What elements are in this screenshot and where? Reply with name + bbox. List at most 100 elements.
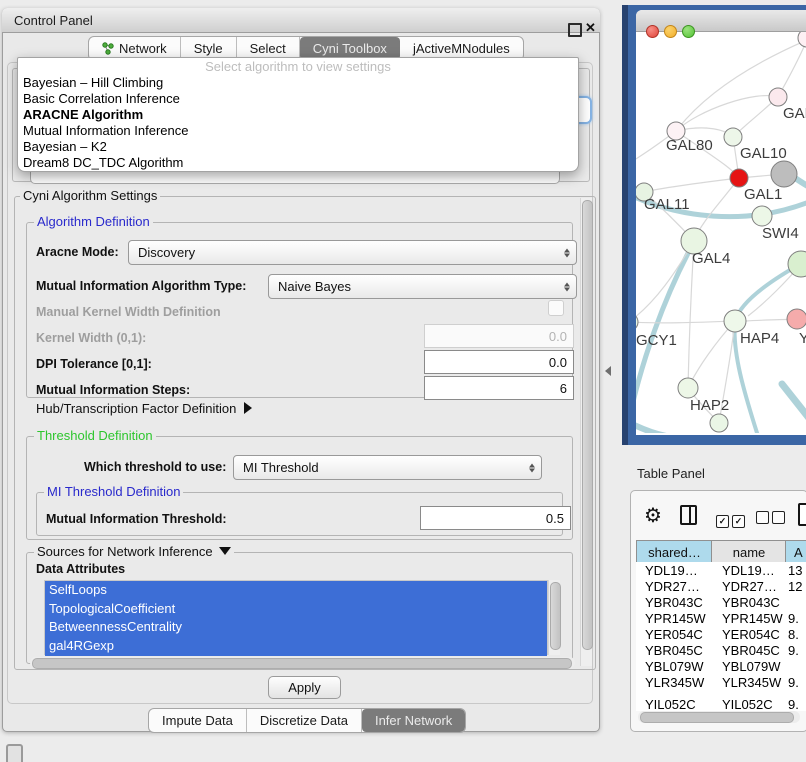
- sources-title[interactable]: Sources for Network Inference: [34, 545, 234, 559]
- select-all-columns-icon[interactable]: ✓✓: [716, 511, 748, 529]
- table-panel-title: Table Panel: [637, 466, 705, 481]
- settings-vscrollbar[interactable]: [580, 198, 592, 666]
- dpi-tolerance-field[interactable]: 0.0: [424, 350, 574, 374]
- combo-stepper-icon: [564, 248, 570, 257]
- algorithm-dropdown-popup: Select algorithm to view settings Bayesi…: [17, 57, 579, 172]
- network-node[interactable]: [798, 32, 806, 47]
- algorithm-option[interactable]: Bayesian – Hill Climbing: [18, 75, 578, 91]
- network-node[interactable]: [710, 414, 728, 432]
- network-node-hap4[interactable]: [724, 310, 746, 332]
- network-node[interactable]: [788, 251, 806, 277]
- network-node[interactable]: [771, 161, 797, 187]
- network-node-gal1[interactable]: [730, 169, 748, 187]
- column-header-name[interactable]: name: [711, 540, 786, 564]
- column-header-shared[interactable]: shared…: [636, 540, 712, 564]
- network-canvas[interactable]: GAL GAL80 GAL10 GAL1 GAL11 SWI4 GAL4 GCY…: [636, 32, 806, 433]
- table-row: YDR27…: [645, 579, 700, 594]
- new-table-icon[interactable]: [798, 503, 806, 526]
- network-node-swi4[interactable]: [752, 206, 772, 226]
- mi-steps-field[interactable]: 6: [424, 376, 574, 400]
- algorithm-option[interactable]: Bayesian – K2: [18, 139, 578, 155]
- splitpane-collapse-icon[interactable]: [605, 366, 611, 376]
- which-threshold-combo[interactable]: MI Threshold: [233, 455, 542, 480]
- threshold-title: Threshold Definition: [34, 429, 156, 443]
- table-row: 13: [788, 563, 802, 578]
- network-node-gal[interactable]: [769, 88, 787, 106]
- table-row: YBL079W: [722, 659, 781, 674]
- network-node[interactable]: [787, 309, 806, 329]
- node-label: GCY1: [636, 332, 677, 349]
- table-row: YER054C: [722, 627, 780, 642]
- table-body: YDL19… YDL19… 13 YDR27… YDR27… 12 YBR043…: [636, 562, 806, 711]
- tab-network-label: Network: [119, 41, 167, 56]
- combo-stepper-icon: [529, 463, 535, 472]
- table-hscrollbar-thumb[interactable]: [640, 712, 794, 723]
- control-panel-titlebar[interactable]: Control Panel ✕: [2, 8, 600, 33]
- node-label: Y: [799, 330, 806, 347]
- list-item[interactable]: gal4RGexp: [45, 637, 547, 656]
- mi-steps-label: Mutual Information Steps:: [36, 383, 190, 397]
- hub-definition-expander[interactable]: Hub/Transcription Factor Definition: [36, 401, 252, 416]
- table-row: YLR345W: [645, 675, 704, 690]
- screenshot-root: Control Panel ✕ Network Style Select Cyn…: [0, 0, 806, 762]
- mi-type-combo[interactable]: Naive Bayes: [268, 274, 577, 299]
- column-header-partial[interactable]: A: [785, 540, 806, 564]
- combo-stepper-icon: [564, 282, 570, 291]
- table-row: YLR345W: [722, 675, 781, 690]
- table-row: YBR045C: [722, 643, 780, 658]
- node-label: GAL11: [644, 196, 690, 213]
- attributes-vscrollbar-thumb[interactable]: [550, 582, 561, 650]
- network-window-frame-edge: [622, 5, 628, 445]
- aracne-mode-combo[interactable]: Discovery: [128, 240, 577, 265]
- algorithm-option[interactable]: Mutual Information Inference: [18, 123, 578, 139]
- list-item[interactable]: BetweennessCentrality: [45, 618, 547, 637]
- network-window-titlebar[interactable]: [636, 10, 806, 32]
- algorithm-option[interactable]: Basic Correlation Inference: [18, 91, 578, 107]
- tab-impute-data[interactable]: Impute Data: [149, 709, 247, 732]
- which-threshold-label: Which threshold to use:: [84, 460, 226, 474]
- cyni-bottom-tabbar: Impute Data Discretize Data Infer Networ…: [148, 708, 466, 733]
- list-item[interactable]: SelfLoops: [45, 581, 547, 600]
- table-row: YPR145W: [722, 611, 783, 626]
- mi-threshold-title: MI Threshold Definition: [44, 485, 183, 499]
- node-label: HAP2: [690, 397, 729, 414]
- table-row: YDR27…: [722, 579, 777, 594]
- settings-vscrollbar-thumb[interactable]: [582, 200, 593, 650]
- list-item[interactable]: TopologicalCoefficient: [45, 600, 547, 619]
- attributes-vscrollbar[interactable]: [548, 580, 560, 655]
- settings-hscrollbar[interactable]: [30, 657, 575, 668]
- node-label: GAL10: [740, 145, 787, 162]
- gear-icon[interactable]: ⚙: [644, 503, 662, 528]
- algorithm-option-selected[interactable]: ARACNE Algorithm: [18, 107, 578, 123]
- node-label: GAL: [783, 105, 806, 122]
- algorithm-option[interactable]: Dream8 DC_TDC Algorithm: [18, 155, 578, 171]
- table-row: YDL19…: [645, 563, 698, 578]
- float-window-icon[interactable]: [568, 23, 582, 37]
- network-node-gal10[interactable]: [724, 128, 742, 146]
- close-icon[interactable]: ✕: [585, 20, 596, 36]
- table-row: YBR043C: [722, 595, 780, 610]
- node-label: HAP4: [740, 330, 779, 347]
- deselect-all-columns-icon[interactable]: [756, 511, 788, 529]
- manual-kernel-checkbox[interactable]: [548, 300, 564, 316]
- table-row: YER054C: [645, 627, 703, 642]
- table-hscrollbar[interactable]: [638, 711, 800, 723]
- split-table-icon[interactable]: [680, 505, 697, 525]
- minimized-panel-icon[interactable]: [6, 744, 23, 762]
- node-label: SWI4: [762, 225, 799, 242]
- table-row: YBR043C: [645, 595, 703, 610]
- table-row: 9.: [788, 675, 799, 690]
- tab-infer-network[interactable]: Infer Network: [362, 709, 465, 732]
- kernel-width-field[interactable]: 0.0: [424, 324, 574, 348]
- expand-right-icon[interactable]: [244, 402, 252, 414]
- data-attributes-label: Data Attributes: [36, 562, 125, 576]
- manual-kernel-label: Manual Kernel Width Definition: [36, 305, 221, 319]
- collapse-down-icon[interactable]: [219, 547, 231, 555]
- settings-hscrollbar-thumb[interactable]: [32, 658, 572, 669]
- apply-button[interactable]: Apply: [268, 676, 341, 699]
- mi-threshold-field[interactable]: 0.5: [420, 506, 571, 530]
- network-node-hap2[interactable]: [678, 378, 698, 398]
- tab-discretize-data[interactable]: Discretize Data: [247, 709, 362, 732]
- table-row: YIL052C: [645, 697, 696, 711]
- table-row: YIL052C: [722, 697, 773, 711]
